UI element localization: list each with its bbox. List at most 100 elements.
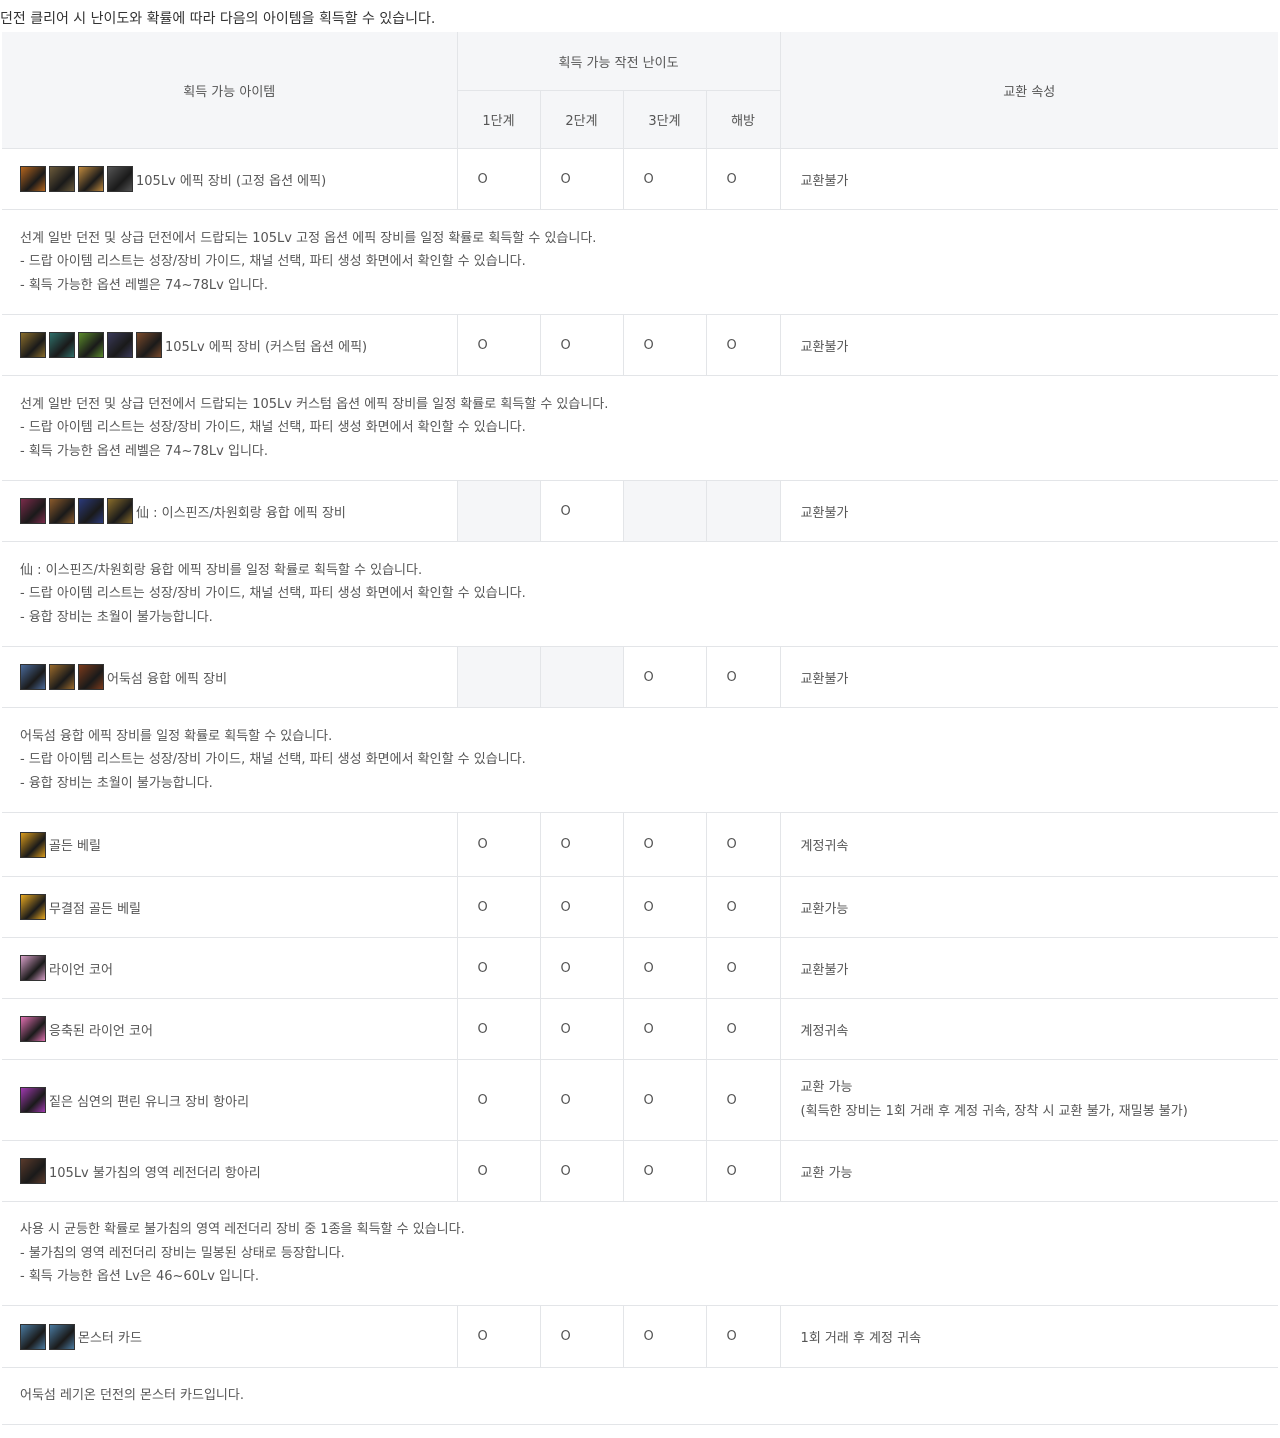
item-icon [78, 664, 104, 690]
description-line: - 드랍 아이템 리스트는 성장/장비 가이드, 채널 선택, 파티 생성 화면… [20, 586, 526, 602]
item-icon [20, 894, 46, 920]
item-cell-content: 골든 베릴 [20, 831, 457, 858]
description-line: - 드랍 아이템 리스트는 성장/장비 가이드, 채널 선택, 파티 생성 화면… [20, 752, 526, 768]
difficulty-cell-3: O [623, 998, 707, 1060]
difficulty-cell-3: O [623, 148, 707, 210]
item-icon [78, 166, 104, 192]
difficulty-cell-4: O [706, 1305, 781, 1368]
item-name: 어둑섬 융합 에픽 장비 [107, 671, 228, 687]
difficulty-cell-2: O [540, 876, 624, 938]
item-cell-content: 105Lv 에픽 장비 (커스텀 옵션 에픽) [20, 332, 457, 358]
difficulty-cell-3: O [623, 1059, 707, 1141]
item-icon [20, 166, 46, 192]
item-icon [20, 955, 46, 981]
item-cell-content: 라이언 코어 [20, 955, 457, 981]
table-row: 105Lv 불가침의 영역 레전더리 항아리 O O O O 교환 가능 [2, 1140, 1279, 1202]
difficulty-cell-1: O [457, 1059, 541, 1141]
header-item: 획득 가능 아이템 [2, 32, 458, 149]
description-line: 어둑섬 레기온 던전의 몬스터 카드입니다. [20, 1388, 244, 1404]
description-cell: 仙 : 이스핀즈/차원회랑 융합 에픽 장비를 일정 확률로 획득할 수 있습니… [2, 541, 1279, 647]
difficulty-cell-2: O [540, 812, 624, 877]
difficulty-cell-2: O [540, 937, 624, 999]
difficulty-cell-2: O [540, 1305, 624, 1368]
difficulty-cell-4: O [706, 876, 781, 938]
difficulty-cell-4: O [706, 998, 781, 1060]
description-line: - 획득 가능한 옵션 Lv은 46~60Lv 입니다. [20, 1269, 260, 1285]
item-table-body: 105Lv 에픽 장비 (고정 옵션 에픽) O O O O 교환불가 선계 일반 던전 및… [2, 148, 1279, 1425]
table-row: 몬스터 카드 O O O O 1회 거래 후 계정 귀속 [2, 1305, 1279, 1368]
description-line: 선계 일반 던전 및 상급 던전에서 드랍되는 105Lv 고정 옵션 에픽 장… [20, 230, 597, 246]
description-row: 사용 시 균등한 확률로 불가침의 영역 레전더리 장비 중 1종을 획득할 수… [2, 1201, 1279, 1306]
trade-label: 교환불가 [800, 671, 849, 687]
description-line: - 획득 가능한 옵션 레벨은 74~78Lv 입니다. [20, 443, 269, 459]
item-icon [136, 332, 162, 358]
item-cell-content: 105Lv 에픽 장비 (고정 옵션 에픽) [20, 166, 457, 192]
difficulty-cell-1: O [457, 314, 541, 376]
difficulty-cell-4: O [706, 148, 781, 210]
difficulty-cell-2: O [540, 314, 624, 376]
trade-cell: 교환불가 [780, 937, 1279, 999]
item-name: 105Lv 에픽 장비 (고정 옵션 에픽) [136, 173, 327, 189]
item-icon-group [20, 498, 133, 524]
difficulty-cell-1 [457, 480, 541, 542]
item-icon [107, 166, 133, 192]
difficulty-cell-2: O [540, 148, 624, 210]
item-icon [49, 664, 75, 690]
header-liberation: 해방 [706, 90, 781, 149]
difficulty-cell-4: O [706, 812, 781, 877]
item-icon [78, 332, 104, 358]
difficulty-cell-3: O [623, 812, 707, 877]
item-icon [107, 498, 133, 524]
item-icon-group [20, 1087, 46, 1113]
item-cell-content: 어둑섬 융합 에픽 장비 [20, 664, 457, 690]
description-row: 仙 : 이스핀즈/차원회랑 융합 에픽 장비를 일정 확률로 획득할 수 있습니… [2, 541, 1279, 647]
description-row: 어둑섬 레기온 던전의 몬스터 카드입니다. [2, 1367, 1279, 1425]
item-name: 105Lv 에픽 장비 (커스텀 옵션 에픽) [165, 339, 368, 355]
header-level-1: 1단계 [457, 90, 541, 149]
table-row: 무결점 골든 베릴 O O O O 교환가능 [2, 876, 1279, 938]
trade-label: 1회 거래 후 계정 귀속 [800, 1331, 922, 1346]
item-cell: 라이언 코어 [2, 937, 458, 999]
item-name: 105Lv 불가침의 영역 레전더리 항아리 [49, 1165, 261, 1181]
table-row: 응축된 라이언 코어 O O O O 계정귀속 [2, 998, 1279, 1060]
difficulty-cell-1: O [457, 148, 541, 210]
item-icon-group [20, 831, 46, 858]
table-row: 어둑섬 융합 에픽 장비 O O 교환불가 [2, 646, 1279, 708]
item-name: 仙 : 이스핀즈/차원회랑 융합 에픽 장비 [136, 505, 346, 521]
item-icon-group [20, 1016, 46, 1042]
difficulty-cell-3 [623, 480, 707, 542]
table-row: 仙 : 이스핀즈/차원회랑 융합 에픽 장비 O 교환불가 [2, 480, 1279, 542]
header-difficulty: 획득 가능 작전 난이도 [457, 32, 781, 91]
trade-cell: 교환불가 [780, 148, 1279, 210]
difficulty-cell-4: O [706, 314, 781, 376]
item-cell: 골든 베릴 [2, 812, 458, 877]
trade-label: 교환불가 [800, 505, 849, 521]
item-icon [107, 332, 133, 358]
item-icon-group [20, 1158, 46, 1184]
item-icon-group [20, 1323, 75, 1350]
description-cell: 어둑섬 융합 에픽 장비를 일정 확률로 획득할 수 있습니다. - 드랍 아이템… [2, 707, 1279, 813]
item-name: 무결점 골든 베릴 [49, 901, 141, 917]
item-cell-content: 몬스터 카드 [20, 1323, 457, 1350]
item-icon [49, 166, 75, 192]
item-icon-group [20, 894, 46, 920]
difficulty-cell-2 [540, 646, 624, 708]
item-icon [20, 1087, 46, 1113]
trade-label: 교환불가 [800, 962, 849, 978]
table-row: 라이언 코어 O O O O 교환불가 [2, 937, 1279, 999]
trade-label: 교환불가 [800, 339, 849, 355]
description-cell: 선계 일반 던전 및 상급 던전에서 드랍되는 105Lv 고정 옵션 에픽 장… [2, 209, 1279, 315]
item-cell: 仙 : 이스핀즈/차원회랑 융합 에픽 장비 [2, 480, 458, 542]
item-icon [20, 664, 46, 690]
description-row: 어둑섬 융합 에픽 장비를 일정 확률로 획득할 수 있습니다. - 드랍 아이템… [2, 707, 1279, 813]
description-cell: 선계 일반 던전 및 상급 던전에서 드랍되는 105Lv 커스텀 옵션 에픽 … [2, 375, 1279, 481]
description-line: 선계 일반 던전 및 상급 던전에서 드랍되는 105Lv 커스텀 옵션 에픽 … [20, 396, 609, 412]
description-line: - 획득 가능한 옵션 레벨은 74~78Lv 입니다. [20, 277, 269, 293]
difficulty-cell-4 [706, 480, 781, 542]
difficulty-cell-1: O [457, 876, 541, 938]
item-icon [20, 498, 46, 524]
difficulty-cell-2: O [540, 1140, 624, 1202]
difficulty-cell-2: O [540, 998, 624, 1060]
header-level-2: 2단계 [540, 90, 624, 149]
difficulty-cell-4: O [706, 1059, 781, 1141]
